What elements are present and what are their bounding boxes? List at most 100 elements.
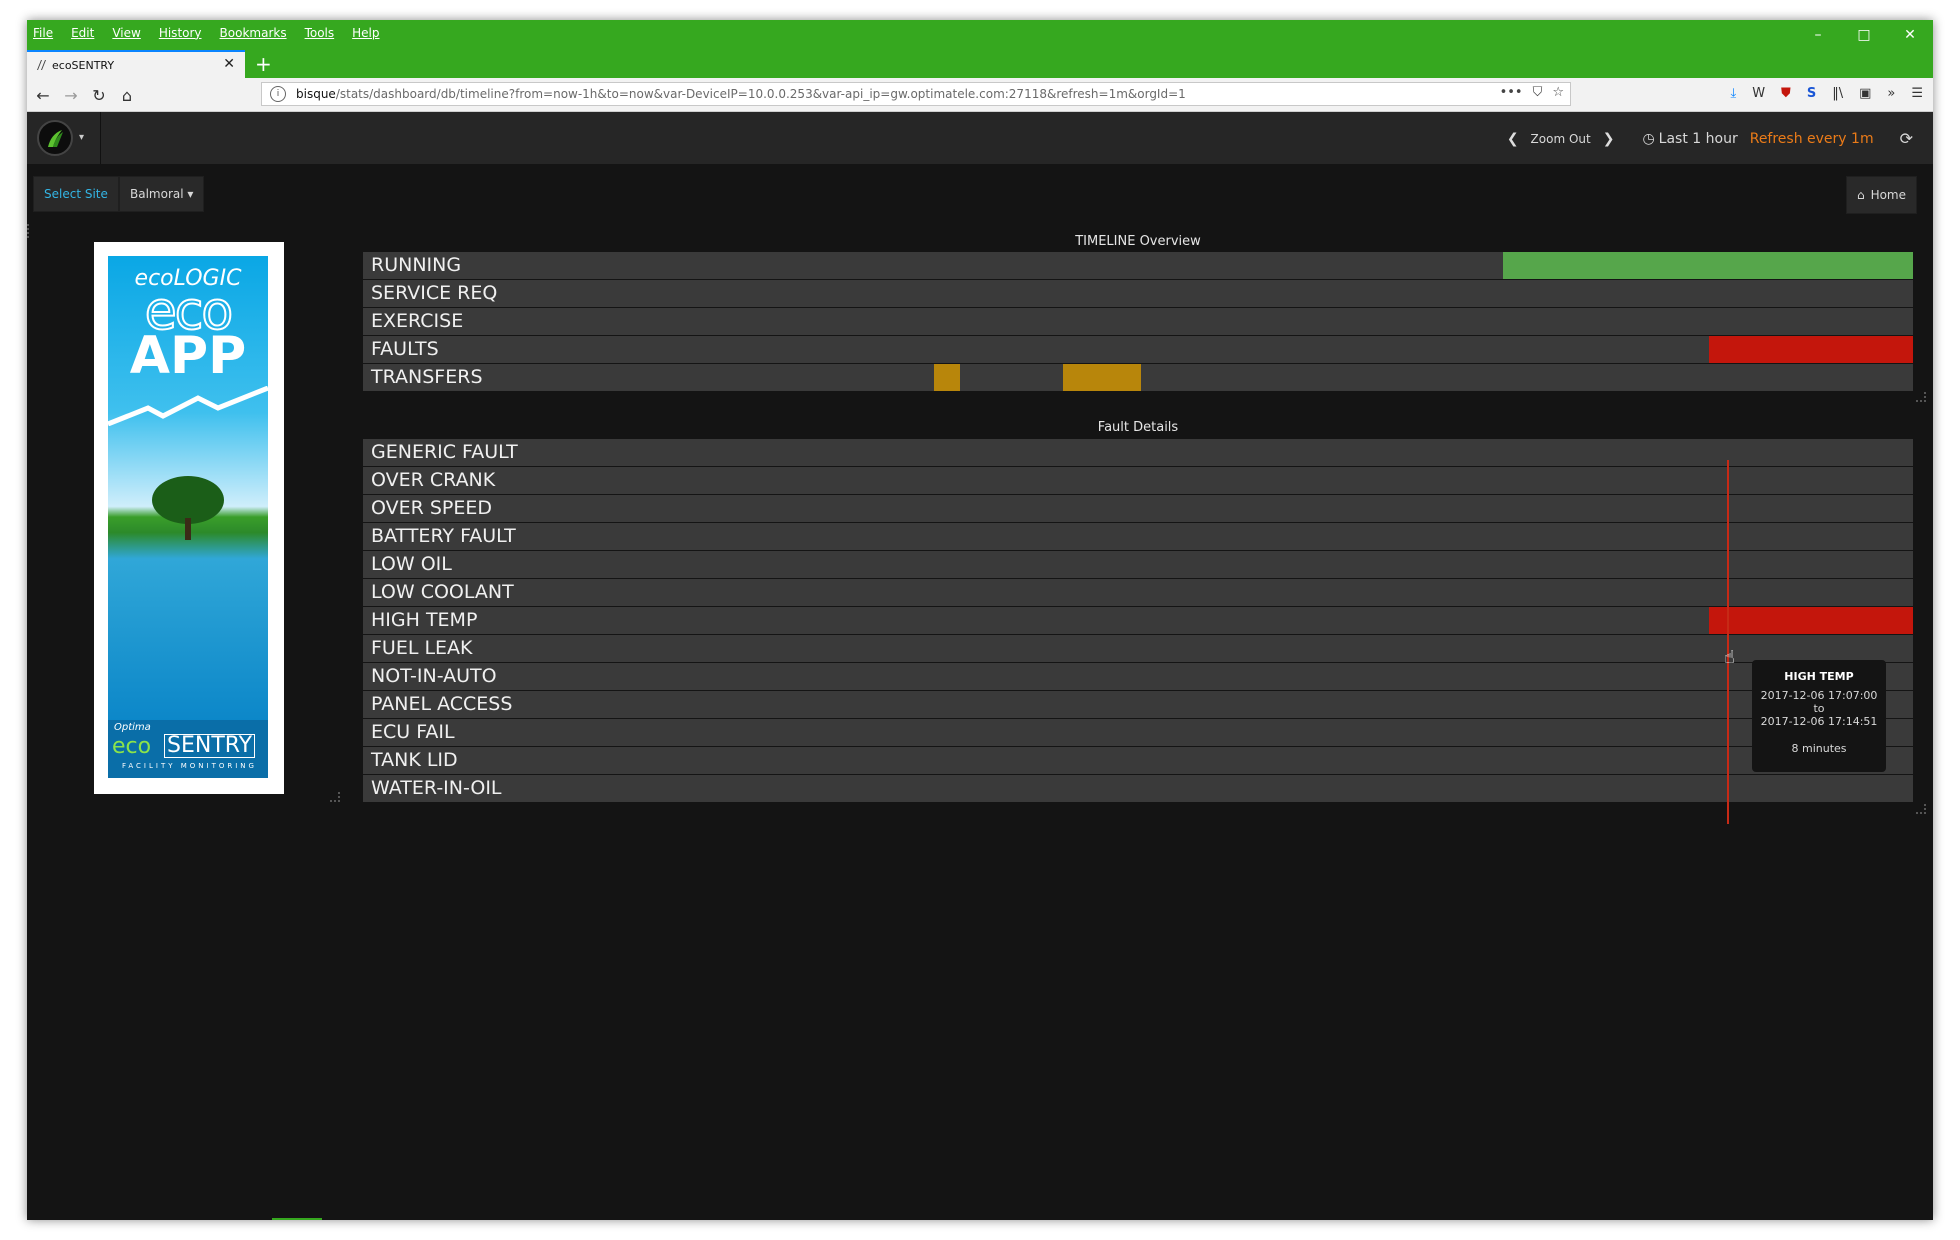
page-actions-icon[interactable]: ••• xyxy=(1500,85,1523,100)
brand-sentry: SENTRY xyxy=(164,734,256,758)
template-variables-row: Select Site Balmoral ▾ ⌂ Home xyxy=(27,164,1933,220)
tree-graphic xyxy=(152,476,224,524)
url-path: /stats/dashboard/db/timeline?from=now-1h… xyxy=(335,87,1186,101)
menu-view[interactable]: View xyxy=(112,26,140,40)
fault-row: GENERIC FAULT xyxy=(363,439,1913,466)
timeline-state-segment[interactable] xyxy=(934,364,960,391)
timeline-state-segment[interactable] xyxy=(1709,336,1913,363)
nav-divider xyxy=(100,112,101,164)
home-icon[interactable]: ⌂ xyxy=(115,83,139,107)
fault-row-label: OVER CRANK xyxy=(371,469,496,491)
tab-close-icon[interactable]: ✕ xyxy=(223,56,235,72)
fault-row: TANK LID xyxy=(363,747,1913,774)
url-actions: ••• ⛉ ☆ xyxy=(1500,85,1564,100)
time-range-picker[interactable]: Last 1 hour xyxy=(1659,131,1738,147)
overflow-icon[interactable]: » xyxy=(1887,86,1895,101)
fault-row: ECU FAIL xyxy=(363,719,1913,746)
new-tab-button[interactable]: + xyxy=(255,52,272,76)
select-site-label: Select Site xyxy=(33,176,119,212)
tree-trunk-graphic xyxy=(185,518,191,540)
row-drag-handle[interactable] xyxy=(27,224,33,238)
panel-resize-handle[interactable] xyxy=(1916,392,1926,402)
tooltip-end: 2017-12-06 17:14:51 xyxy=(1760,715,1878,728)
url-bar[interactable]: i bisque/stats/dashboard/db/timeline?fro… xyxy=(261,82,1571,106)
time-back-chevron-icon[interactable]: ❮ xyxy=(1507,131,1519,147)
browser-window: File Edit View History Bookmarks Tools H… xyxy=(27,20,1933,1220)
tab-title: ecoSENTRY xyxy=(52,58,115,72)
tooltip-title: HIGH TEMP xyxy=(1784,670,1854,683)
menu-help[interactable]: Help xyxy=(352,26,379,40)
timeline-row: TRANSFERS xyxy=(363,364,1913,391)
reload-icon[interactable]: ↻ xyxy=(87,83,111,107)
bookmark-star-icon[interactable]: ☆ xyxy=(1552,85,1564,100)
forward-icon[interactable]: → xyxy=(59,83,83,107)
brand-optima: Optima xyxy=(114,722,151,733)
site-info-icon[interactable]: i xyxy=(270,86,286,102)
tab-strip: ecoSENTRY ✕ + xyxy=(27,50,1933,78)
timeline-row: RUNNING xyxy=(363,252,1913,279)
library-icon[interactable]: ‖\ xyxy=(1832,86,1843,101)
menu-bar: File Edit View History Bookmarks Tools H… xyxy=(27,20,1933,50)
extension-s-icon[interactable]: S xyxy=(1807,86,1816,101)
timeline-row: SERVICE REQ xyxy=(363,280,1913,307)
logo-caret-icon[interactable]: ▾ xyxy=(79,132,84,143)
time-forward-chevron-icon[interactable]: ❯ xyxy=(1603,131,1615,147)
fault-row: PANEL ACCESS xyxy=(363,691,1913,718)
timeline-state-segment[interactable] xyxy=(1063,364,1141,391)
toolbar-icons: ⤓ W ⛊ S ‖\ ▣ » ☰ xyxy=(1730,86,1923,101)
fault-row-label: TANK LID xyxy=(371,749,458,771)
panel-resize-handle[interactable] xyxy=(330,792,340,802)
menu-tools[interactable]: Tools xyxy=(305,26,335,40)
timeline-overview-title: TIMELINE Overview xyxy=(1075,234,1201,249)
ublock-icon[interactable]: ⛊ xyxy=(1781,86,1791,101)
timeline-state-segment[interactable] xyxy=(1503,252,1913,279)
site-dropdown[interactable]: Balmoral ▾ xyxy=(119,176,205,212)
fault-row: FUEL LEAK xyxy=(363,635,1913,662)
tab-ecosentry[interactable]: ecoSENTRY ✕ xyxy=(27,50,245,78)
home-button[interactable]: ⌂ Home xyxy=(1845,176,1917,214)
fault-row: BATTERY FAULT xyxy=(363,523,1913,550)
sidebar-icon[interactable]: ▣ xyxy=(1859,86,1871,101)
ad-zigzag-graphic xyxy=(108,386,268,426)
maximize-button[interactable]: □ xyxy=(1841,20,1887,50)
hamburger-menu-icon[interactable]: ☰ xyxy=(1911,86,1923,101)
panel-resize-handle[interactable] xyxy=(1916,804,1926,814)
extension-w-icon[interactable]: W xyxy=(1752,86,1765,101)
zoom-out-button[interactable]: Zoom Out xyxy=(1531,132,1591,146)
url-host: bisque xyxy=(296,87,336,101)
close-window-button[interactable]: ✕ xyxy=(1887,20,1933,50)
dashboard-top-nav: ▾ ❮ Zoom Out ❯ ◷ Last 1 hour Refresh eve… xyxy=(27,112,1933,164)
fault-state-segment[interactable] xyxy=(1709,607,1913,634)
menu-bookmarks[interactable]: Bookmarks xyxy=(220,26,287,40)
app-logo[interactable] xyxy=(37,120,73,156)
hover-tooltip: HIGH TEMP 2017-12-06 17:07:00 to 2017-12… xyxy=(1752,660,1886,772)
fault-row-label: BATTERY FAULT xyxy=(371,525,516,547)
fault-row-label: LOW OIL xyxy=(371,553,452,575)
fault-row: LOW COOLANT xyxy=(363,579,1913,606)
menu-edit[interactable]: Edit xyxy=(71,26,94,40)
back-icon[interactable]: ← xyxy=(31,83,55,107)
timeline-row-label: EXERCISE xyxy=(371,310,464,332)
fault-row: OVER CRANK xyxy=(363,467,1913,494)
navigation-bar: ← → ↻ ⌂ i bisque/stats/dashboard/db/time… xyxy=(27,78,1933,112)
window-controls: – □ ✕ xyxy=(1795,20,1933,50)
menu-history[interactable]: History xyxy=(159,26,202,40)
pocket-icon[interactable]: ⛉ xyxy=(1533,85,1543,100)
hand-pointer-icon: ☝ xyxy=(1724,647,1735,668)
timeline-row-label: FAULTS xyxy=(371,338,439,360)
fault-row: WATER-IN-OIL xyxy=(363,775,1913,802)
tooltip-to: to xyxy=(1813,702,1825,715)
ad-app: APP xyxy=(129,326,247,386)
clock-icon: ◷ xyxy=(1642,130,1655,147)
refresh-icon[interactable]: ⟳ xyxy=(1900,129,1913,148)
timeline-row: EXERCISE xyxy=(363,308,1913,335)
tooltip-start: 2017-12-06 17:07:00 xyxy=(1760,689,1878,702)
app-banner-panel: ecoLOGIC eco APP Optima eco SENTRY FACIL… xyxy=(94,242,284,794)
download-icon[interactable]: ⤓ xyxy=(1730,86,1736,101)
bottom-accent-line xyxy=(272,1218,322,1220)
refresh-interval[interactable]: Refresh every 1m xyxy=(1750,131,1874,147)
menu-file[interactable]: File xyxy=(33,26,53,40)
minimize-button[interactable]: – xyxy=(1795,20,1841,50)
time-controls: ❮ Zoom Out ❯ ◷ Last 1 hour Refresh every… xyxy=(1507,129,1913,148)
ecosentry-brand: Optima eco SENTRY FACILITY MONITORING xyxy=(108,720,268,778)
